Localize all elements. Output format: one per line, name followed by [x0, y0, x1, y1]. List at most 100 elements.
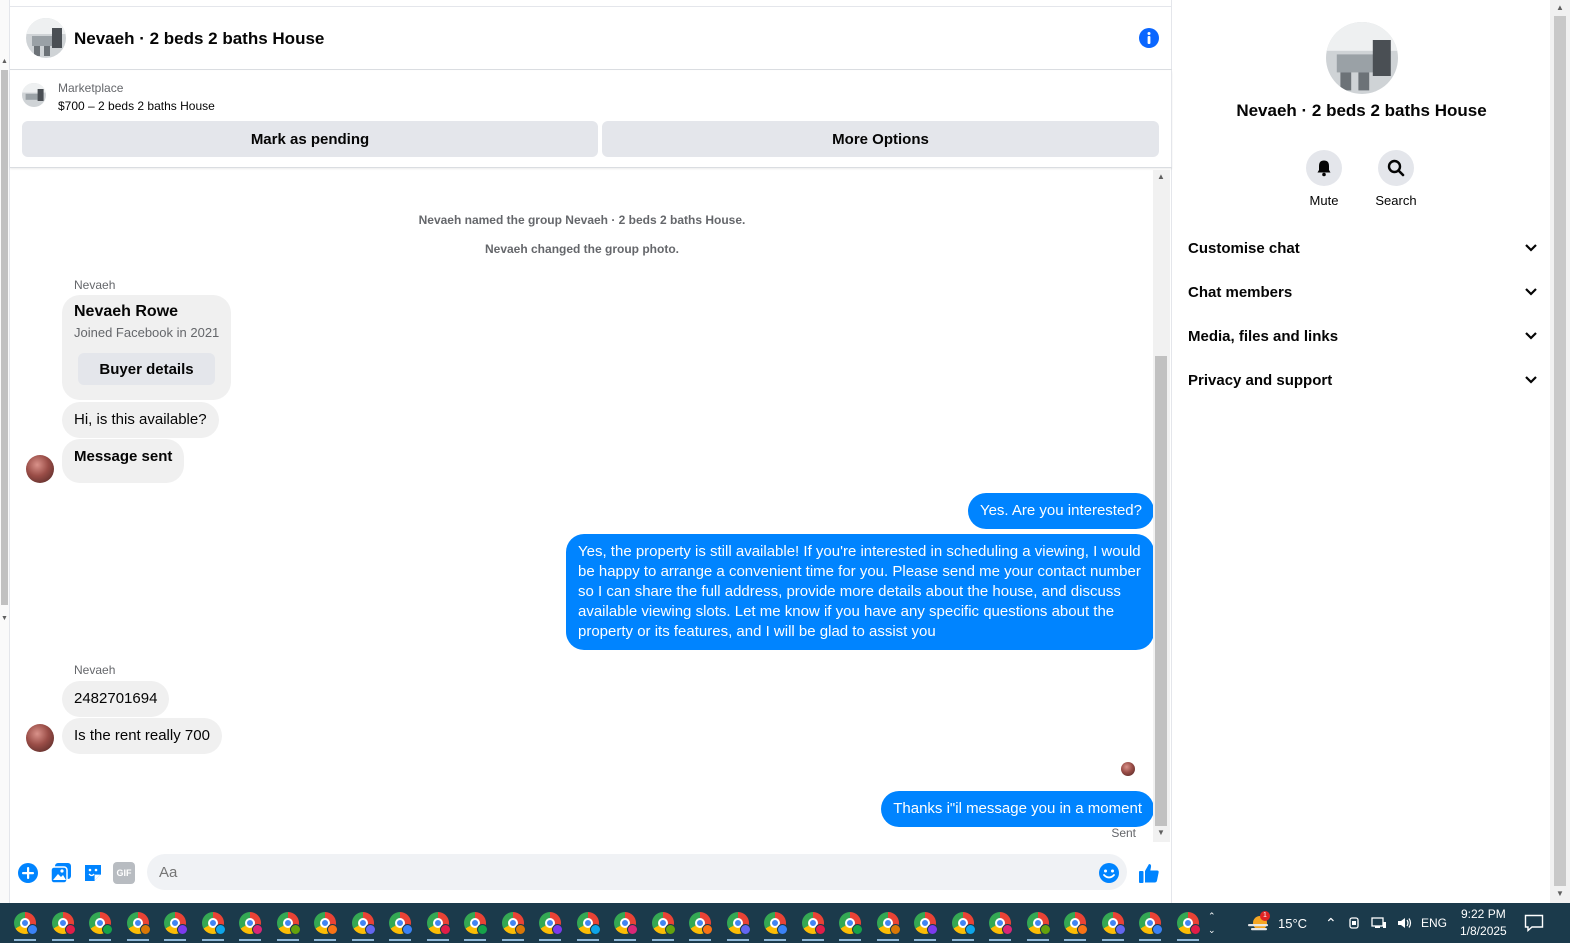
network-icon[interactable] — [1371, 916, 1387, 930]
mark-as-pending-button[interactable]: Mark as pending — [22, 121, 598, 157]
scroll-up-arrow-icon[interactable]: ▲ — [1157, 172, 1165, 181]
chevron-up-icon[interactable]: ⌃ — [1208, 909, 1216, 923]
chrome-profile-taskbar-button[interactable] — [10, 908, 40, 941]
profile-badge-icon — [477, 924, 488, 935]
chat-scrollbar-thumb[interactable] — [1155, 356, 1167, 826]
chrome-profile-taskbar-button[interactable] — [723, 908, 753, 941]
notifications-button[interactable] — [1524, 903, 1544, 943]
chrome-profile-taskbar-button[interactable] — [760, 908, 790, 941]
notifications-icon — [1524, 914, 1544, 932]
scroll-up-arrow-icon[interactable]: ▲ — [1556, 3, 1564, 12]
chat-scrollbar[interactable]: ▲ ▼ — [1153, 170, 1170, 842]
chrome-profile-taskbar-button[interactable] — [1135, 908, 1165, 941]
seen-avatar — [1121, 762, 1135, 776]
profile-badge-icon — [852, 924, 863, 935]
sticker-icon[interactable] — [82, 862, 104, 884]
search-button[interactable]: Search — [1366, 150, 1426, 208]
plus-circle-icon[interactable] — [17, 862, 39, 884]
chrome-profile-taskbar-button[interactable] — [235, 908, 265, 941]
listing-price-title[interactable]: $700 – 2 beds 2 baths House — [58, 99, 215, 113]
chrome-profile-taskbar-button[interactable] — [948, 908, 978, 941]
chrome-profile-taskbar-button[interactable] — [385, 908, 415, 941]
weather-widget[interactable]: 1 15°C — [1246, 903, 1307, 943]
section-label: Customise chat — [1188, 239, 1300, 257]
photo-icon[interactable] — [50, 862, 72, 884]
profile-badge-icon — [27, 924, 38, 935]
chrome-profile-taskbar-button[interactable] — [160, 908, 190, 941]
profile-badge-icon — [439, 924, 451, 935]
conversation-title[interactable]: Nevaeh · 2 beds 2 baths House — [74, 29, 324, 49]
media-files-links-section[interactable]: Media, files and links — [1188, 321, 1538, 351]
emoji-icon[interactable] — [1098, 862, 1120, 884]
chrome-profile-taskbar-button[interactable] — [798, 908, 828, 941]
device-icon[interactable] — [1347, 916, 1361, 930]
messenger-window: ▲ ▼ Nevaeh · 2 beds 2 baths House Market… — [0, 0, 1570, 943]
chrome-profile-taskbar-button[interactable] — [1098, 908, 1128, 941]
chrome-profile-taskbar-button[interactable] — [460, 908, 490, 941]
sender-avatar[interactable] — [26, 724, 54, 752]
scroll-down-arrow-icon[interactable]: ▼ — [1157, 828, 1165, 837]
outgoing-message[interactable]: Yes. Are you interested? — [967, 493, 1154, 529]
volume-icon[interactable] — [1397, 916, 1413, 930]
chrome-profile-taskbar-button[interactable] — [198, 908, 228, 941]
chrome-profile-taskbar-button[interactable] — [1023, 908, 1053, 941]
sender-avatar[interactable] — [26, 455, 54, 483]
scroll-down-arrow-icon[interactable]: ▼ — [1, 615, 8, 622]
gif-icon[interactable]: GIF — [113, 862, 135, 884]
chrome-profile-taskbar-button[interactable] — [85, 908, 115, 941]
weather-temp: 15°C — [1278, 915, 1308, 931]
chrome-profile-taskbar-button[interactable] — [310, 908, 340, 941]
chrome-profile-taskbar-button[interactable] — [985, 908, 1015, 941]
conversation-photo[interactable] — [26, 18, 66, 58]
page-scrollbar-thumb[interactable] — [1554, 16, 1566, 886]
info-icon[interactable] — [1138, 27, 1160, 49]
listing-photo[interactable] — [22, 83, 46, 107]
chrome-profile-taskbar-button[interactable] — [535, 908, 565, 941]
message-input[interactable] — [147, 854, 1127, 890]
incoming-message[interactable]: Hi, is this available? — [62, 402, 219, 438]
chrome-profile-taskbar-button[interactable] — [423, 908, 453, 941]
buyer-details-button[interactable]: Buyer details — [78, 353, 215, 385]
profile-badge-icon — [589, 924, 601, 935]
outgoing-message[interactable]: Thanks i"il message you in a moment — [881, 791, 1154, 827]
left-scrollbar[interactable]: ▲ ▼ — [0, 0, 10, 903]
customise-chat-section[interactable]: Customise chat — [1188, 233, 1538, 263]
chrome-profile-taskbar-button[interactable] — [873, 908, 903, 941]
scroll-up-arrow-icon[interactable]: ▲ — [1, 58, 8, 65]
language-indicator[interactable]: ENG — [1421, 903, 1447, 943]
chrome-profile-taskbar-button[interactable] — [1060, 908, 1090, 941]
page-scrollbar[interactable]: ▲ ▼ — [1550, 0, 1570, 903]
panel-conversation-photo[interactable] — [1326, 22, 1398, 94]
chrome-profile-taskbar-button[interactable] — [685, 908, 715, 941]
chevron-down-icon[interactable]: ⌄ — [1208, 923, 1216, 937]
chrome-profile-taskbar-button[interactable] — [910, 908, 940, 941]
buyer-name[interactable]: Nevaeh Rowe — [74, 303, 178, 321]
chrome-profile-taskbar-button[interactable] — [498, 908, 528, 941]
chrome-profile-taskbar-button[interactable] — [573, 908, 603, 941]
chrome-profile-taskbar-button[interactable] — [1173, 908, 1203, 941]
chrome-profile-taskbar-button[interactable] — [273, 908, 303, 941]
more-options-button[interactable]: More Options — [602, 121, 1159, 157]
system-message: Nevaeh named the group Nevaeh · 2 beds 2… — [418, 213, 746, 227]
mute-button[interactable]: Mute — [1294, 150, 1354, 208]
listing-source: Marketplace — [58, 81, 124, 95]
chrome-profile-taskbar-button[interactable] — [48, 908, 78, 941]
incoming-message[interactable]: Message sent — [62, 439, 185, 483]
chrome-profile-taskbar-button[interactable] — [348, 908, 378, 941]
clock[interactable]: 9:22 PM 1/8/2025 — [1460, 903, 1507, 943]
chrome-profile-taskbar-button[interactable] — [123, 908, 153, 941]
chat-members-section[interactable]: Chat members — [1188, 277, 1538, 307]
incoming-message[interactable]: 2482701694 — [62, 681, 170, 717]
show-hidden-icons-icon[interactable]: ⌃ — [1325, 915, 1337, 932]
left-scrollbar-thumb[interactable] — [1, 70, 8, 605]
chrome-profile-taskbar-button[interactable] — [648, 908, 678, 941]
taskbar-scroll[interactable]: ⌃ ⌄ — [1208, 903, 1216, 943]
chrome-profile-taskbar-button[interactable] — [835, 908, 865, 941]
scroll-down-arrow-icon[interactable]: ▼ — [1556, 889, 1564, 898]
windows-taskbar: ⌃ ⌄ 1 15°C ⌃ ENG 9:22 PM 1/8/2025 — [0, 903, 1570, 943]
outgoing-message[interactable]: Yes, the property is still available! If… — [566, 534, 1154, 650]
privacy-support-section[interactable]: Privacy and support — [1188, 365, 1538, 395]
thumbs-up-icon[interactable] — [1138, 862, 1160, 884]
incoming-message[interactable]: Is the rent really 700 — [62, 718, 222, 754]
chrome-profile-taskbar-button[interactable] — [610, 908, 640, 941]
